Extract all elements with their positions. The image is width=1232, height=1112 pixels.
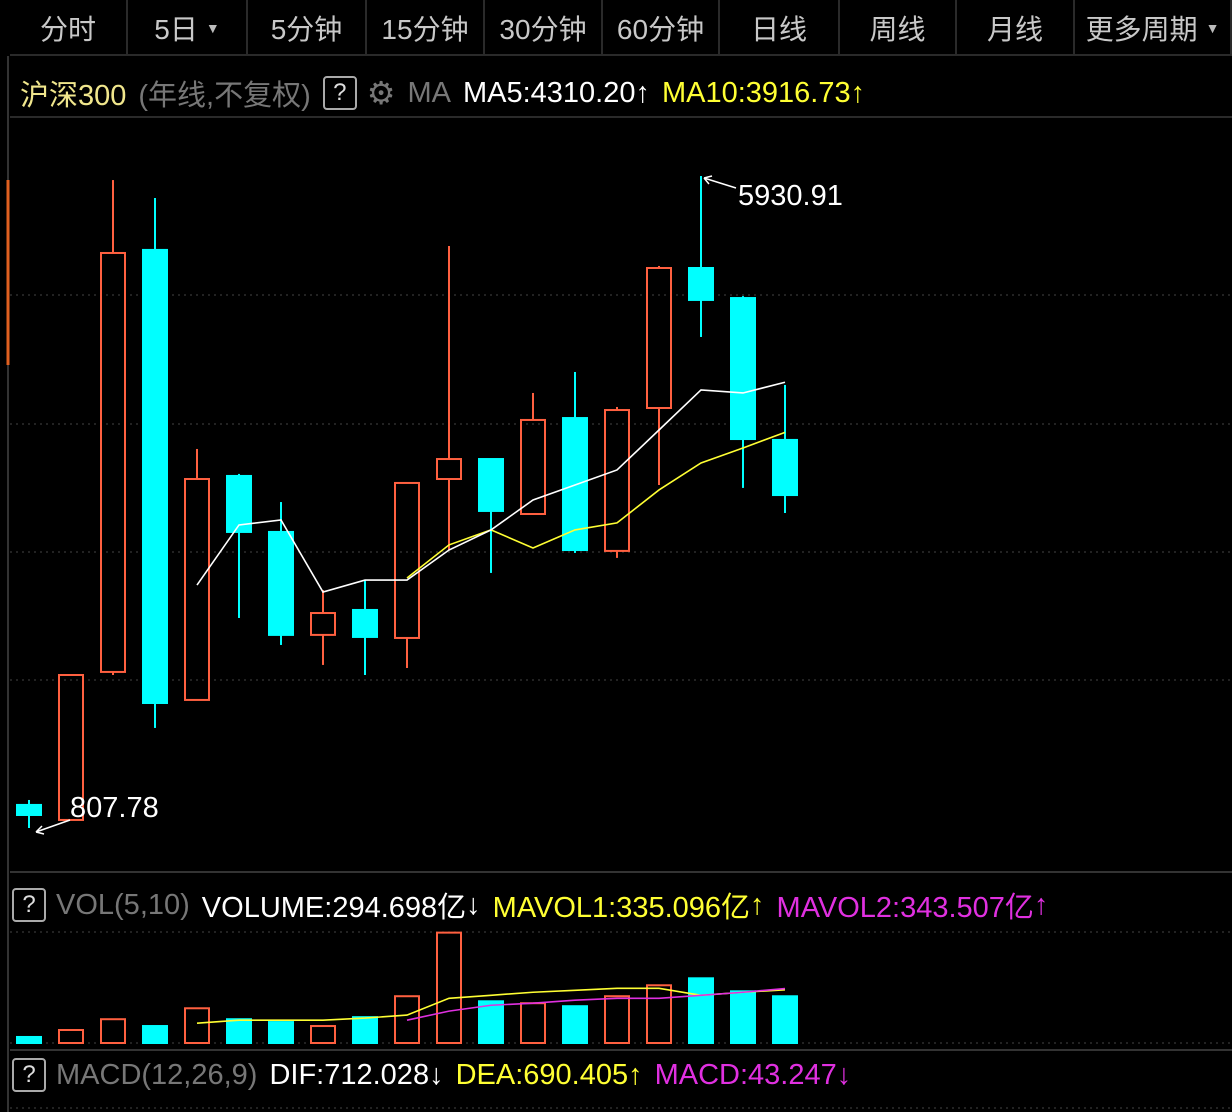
dif-value: DIF:712.028 [269,1058,430,1091]
arrow-down-icon: ↓ [836,1058,852,1091]
ma10-value: MA10:3916.73 [661,76,851,109]
mavol2-line [406,987,786,1021]
ma-label: MA [407,76,451,109]
info-bar: 沪深300 (年线,不复权) ? ⚙ MA MA5:4310.20 ↑ MA10:… [20,72,865,114]
volume-value: VOLUME:294.698亿 [201,892,467,924]
arrow-up-icon: ↑ [850,76,866,109]
ma10-line [406,431,786,579]
volume-bar-down [478,1000,504,1044]
volume-bar-up [604,995,630,1045]
volume-bar-up [436,931,462,1044]
kline-chart[interactable] [0,0,1232,1112]
arrow-up-icon: ↑ [635,76,650,109]
mavol2-value: MAVOL2:343.507亿 [776,892,1034,924]
gear-icon[interactable]: ⚙ [367,74,396,112]
volume-bar-up [520,1002,546,1044]
candle-up [100,251,126,673]
period-mode: (年线,不复权) [138,80,311,112]
volume-bar-down [772,995,798,1044]
volume-bar-down [16,1035,42,1044]
candle-up [604,409,630,552]
arrow-up-icon: ↑ [628,1058,643,1091]
volume-bar-up [646,984,672,1045]
candle-up [436,458,462,481]
volume-bar-down [730,990,756,1045]
volume-info-bar: ? VOL(5,10) VOLUME:294.698亿 ↓ MAVOL1:335.… [12,884,1048,926]
volume-bar-up [310,1025,336,1044]
ma5-value: MA5:4310.20 [462,76,636,109]
arrow-down-icon: ↓ [429,1058,444,1091]
arrow-down-icon: ↓ [466,888,481,921]
index-name: 沪深300 [20,80,127,112]
candle-down [772,438,798,497]
macd-indicator-name: MACD(12,26,9) [56,1058,258,1091]
candle-down [688,267,714,301]
volume-bar-down [688,977,714,1044]
arrow-up-icon: ↑ [1033,888,1049,921]
help-button[interactable]: ? [12,888,46,922]
help-button[interactable]: ? [322,76,357,110]
candle-down [16,803,42,816]
volume-bar-down [142,1025,168,1044]
macd-value: MACD:43.247 [654,1058,837,1091]
volume-bar-down [226,1018,252,1045]
vol-indicator-name: VOL(5,10) [56,888,190,921]
volume-bar-down [562,1005,588,1044]
volume-bar-down [352,1016,378,1044]
dea-value: DEA:690.405 [455,1058,629,1091]
candle-down [268,530,294,636]
low-arrow-icon [35,819,71,835]
volume-bar-up [58,1028,84,1045]
mavol1-value: MAVOL1:335.096亿 [492,892,751,924]
help-button[interactable]: ? [12,1058,46,1092]
candle-up [646,267,672,409]
candle-down [352,608,378,638]
candle-down [478,458,504,512]
volume-bar-up [100,1018,126,1045]
candle-up [394,481,420,639]
volume-bar-down [268,1021,294,1044]
candle-up [184,478,210,701]
high-price-label: 5930.91 [738,180,843,212]
arrow-up-icon: ↑ [750,888,765,921]
candle-up [310,612,336,636]
high-arrow-icon [703,175,737,189]
low-price-label: 807.78 [70,792,159,824]
volume-bar-up [184,1007,210,1044]
macd-info-bar: ? MACD(12,26,9) DIF:712.028 ↓ DEA:690.405… [12,1058,851,1092]
candle-down [142,248,168,704]
candle-down [730,297,756,441]
